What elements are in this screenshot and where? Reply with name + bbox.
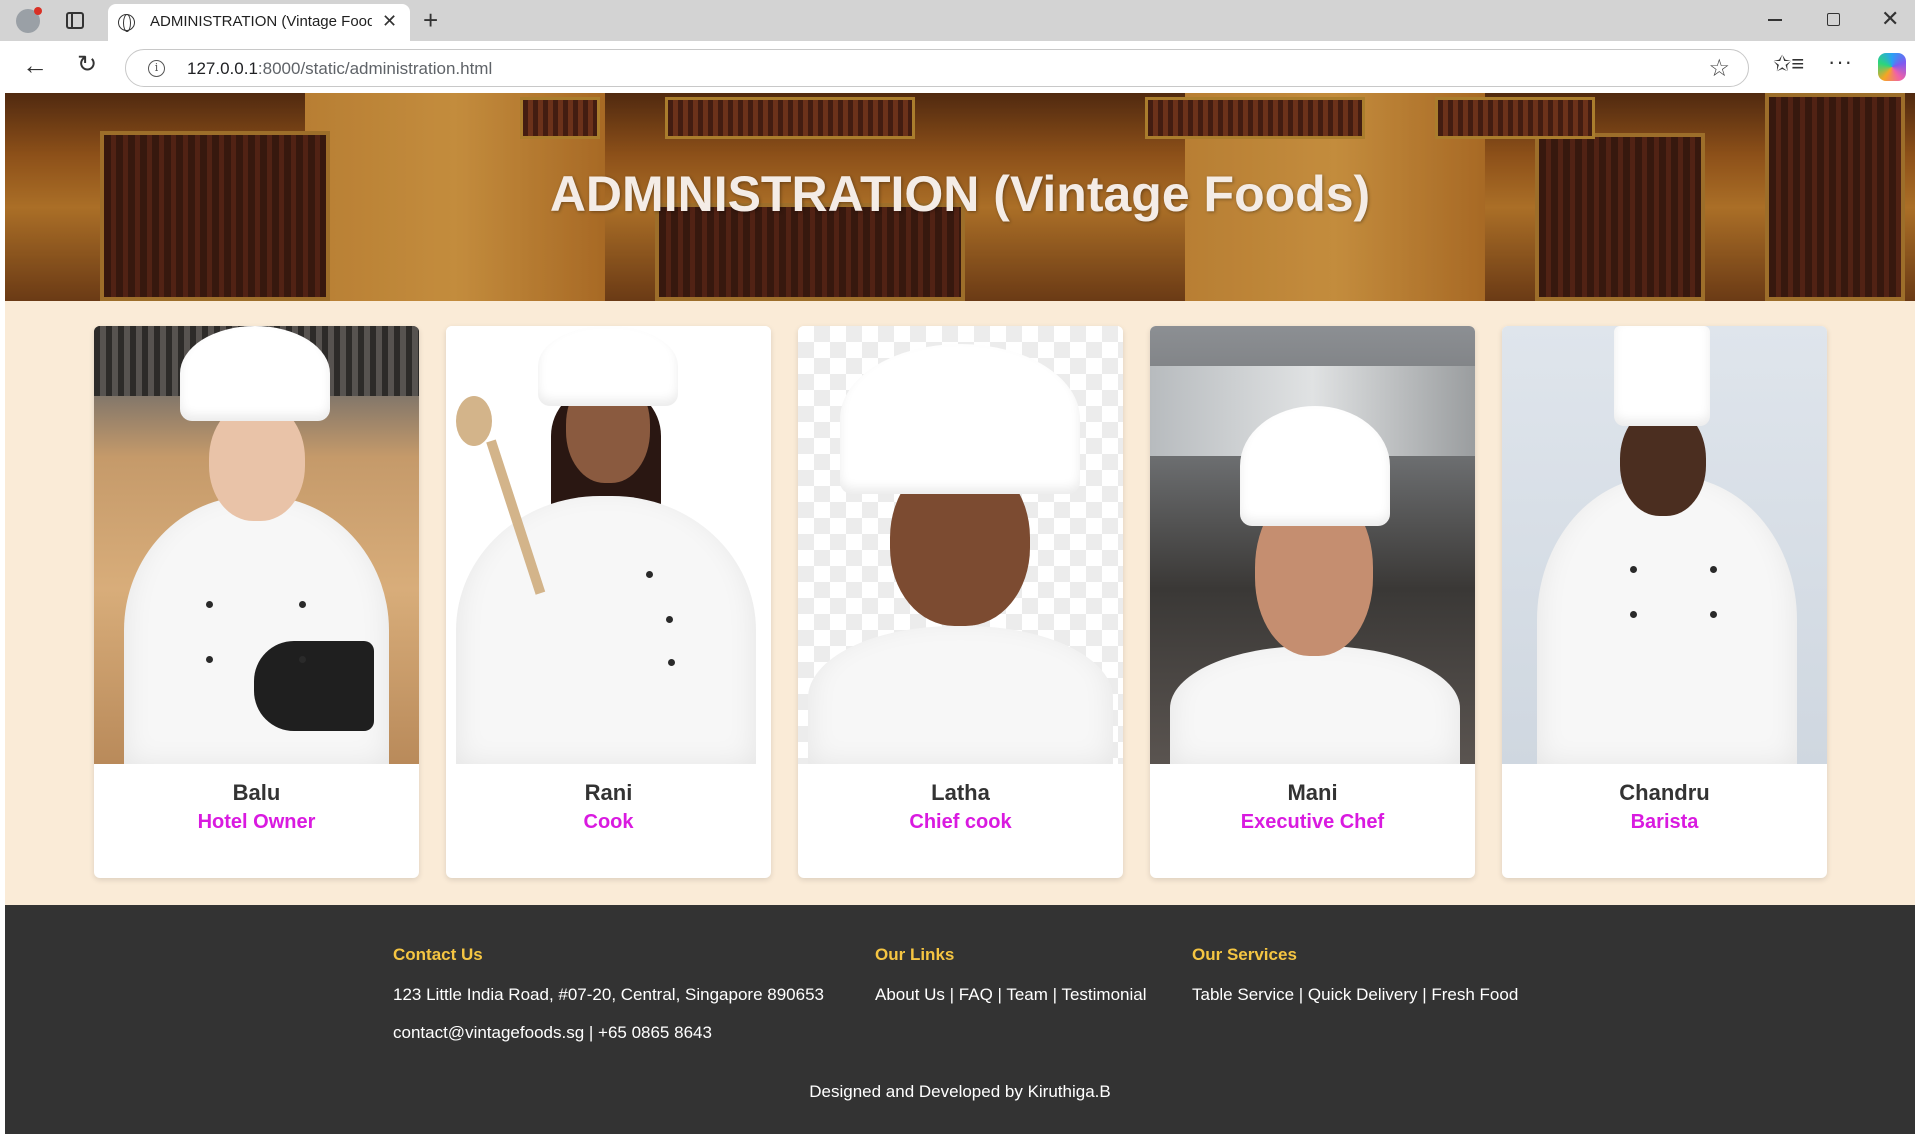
site-footer: Contact Us 123 Little India Road, #07-20… [5, 905, 1915, 1134]
chef-coat [456, 496, 756, 764]
hero-banner: ADMINISTRATION (Vintage Foods) [5, 93, 1915, 301]
coat-button [299, 601, 306, 608]
url-text[interactable]: 127.0.0.1:8000/static/administration.htm… [187, 59, 492, 79]
footer-heading: Our Services [1192, 945, 1297, 964]
globe-icon [118, 14, 135, 32]
url-host: 127.0.0.1 [187, 59, 258, 78]
team-cards: Balu Hotel Owner Rani Cook Latha Chief c… [94, 326, 1834, 878]
team-member-name: Balu [232, 780, 281, 805]
maximize-icon[interactable] [1827, 13, 1840, 26]
coat-button [1710, 611, 1717, 618]
browser-toolbar: ← ↻ i 127.0.0.1:8000/static/administrati… [0, 41, 1915, 93]
coat-button [1630, 611, 1637, 618]
coat-button [299, 656, 306, 663]
coat-button [666, 616, 673, 623]
url-path: :8000/static/administration.html [257, 59, 493, 78]
tab-actions-icon[interactable] [66, 12, 84, 29]
browser-tab[interactable]: ADMINISTRATION (Vintage Foods) ✕ [108, 4, 410, 41]
coat-button [206, 656, 213, 663]
footer-heading: Contact Us [393, 945, 483, 964]
team-card: Mani Executive Chef [1150, 326, 1475, 878]
favorites-icon[interactable]: ✩≡ [1773, 51, 1804, 77]
plus-icon[interactable]: + [423, 5, 438, 36]
team-member-name: Latha [931, 780, 990, 805]
chef-photo [94, 326, 419, 764]
address-bar[interactable]: i 127.0.0.1:8000/static/administration.h… [125, 49, 1749, 87]
coat-button [646, 571, 653, 578]
close-icon[interactable]: ✕ [382, 11, 397, 32]
page-title: ADMINISTRATION (Vintage Foods) [549, 166, 1371, 222]
team-member-role: Hotel Owner [197, 811, 316, 833]
browser-titlebar: ADMINISTRATION (Vintage Foods) ✕ + ✕ [0, 0, 1915, 41]
chef-coat [1537, 476, 1797, 764]
footer-contact: Contact Us 123 Little India Road, #07-20… [393, 945, 824, 1043]
team-member-role: Barista [1630, 811, 1699, 833]
spoon [456, 396, 492, 446]
coat-button [1710, 566, 1717, 573]
star-icon[interactable]: ☆ [1708, 54, 1730, 83]
footer-email-phone[interactable]: contact@vintagefoods.sg | +65 0865 8643 [393, 1023, 824, 1043]
chef-hat [538, 326, 678, 406]
coat-button [206, 601, 213, 608]
chef-hat [180, 326, 330, 421]
team-member-role: Executive Chef [1240, 811, 1385, 833]
back-icon[interactable]: ← [22, 50, 48, 81]
chef-photo [446, 326, 771, 764]
chef-coat [808, 626, 1113, 764]
team-card: Rani Cook [446, 326, 771, 878]
chef-coat [1170, 646, 1460, 764]
coat-button [668, 659, 675, 666]
footer-credit: Designed and Developed by Kiruthiga.B [809, 1082, 1111, 1101]
chef-hat [1240, 406, 1390, 526]
coat-button [1630, 566, 1637, 573]
team-card: Balu Hotel Owner [94, 326, 419, 878]
team-card: Chandru Barista [1502, 326, 1827, 878]
more-icon[interactable]: ··· [1828, 49, 1853, 75]
footer-address: 123 Little India Road, #07-20, Central, … [393, 985, 824, 1004]
team-member-role: Cook [583, 811, 634, 833]
team-member-name: Mani [1287, 780, 1338, 805]
footer-services: Our Services Table Service | Quick Deliv… [1192, 945, 1518, 1005]
chef-photo [798, 326, 1123, 764]
footer-links-list[interactable]: About Us | FAQ | Team | Testimonial [875, 985, 1147, 1005]
team-member-name: Rani [584, 780, 633, 805]
footer-services-list: Table Service | Quick Delivery | Fresh F… [1192, 985, 1519, 1004]
sleeve-cuff [254, 641, 374, 731]
reload-icon[interactable]: ↻ [77, 50, 97, 79]
minimize-icon[interactable] [1768, 19, 1782, 21]
profile-icon[interactable] [16, 7, 42, 33]
footer-heading: Our Links [875, 945, 955, 964]
footer-links: Our Links About Us | FAQ | Team | Testim… [875, 945, 1147, 1005]
team-member-role: Chief cook [909, 811, 1012, 833]
info-icon[interactable]: i [148, 60, 165, 77]
page-body: ADMINISTRATION (Vintage Foods) Balu Hote… [5, 93, 1915, 1134]
tab-title: ADMINISTRATION (Vintage Foods) [150, 13, 372, 30]
chef-photo [1502, 326, 1827, 764]
chef-hat [840, 344, 1080, 494]
team-card: Latha Chief cook [798, 326, 1123, 878]
chef-photo [1150, 326, 1475, 764]
window-close-icon[interactable]: ✕ [1881, 6, 1899, 32]
chef-hat [1614, 326, 1710, 426]
copilot-icon[interactable] [1878, 53, 1906, 81]
team-member-name: Chandru [1619, 780, 1710, 805]
